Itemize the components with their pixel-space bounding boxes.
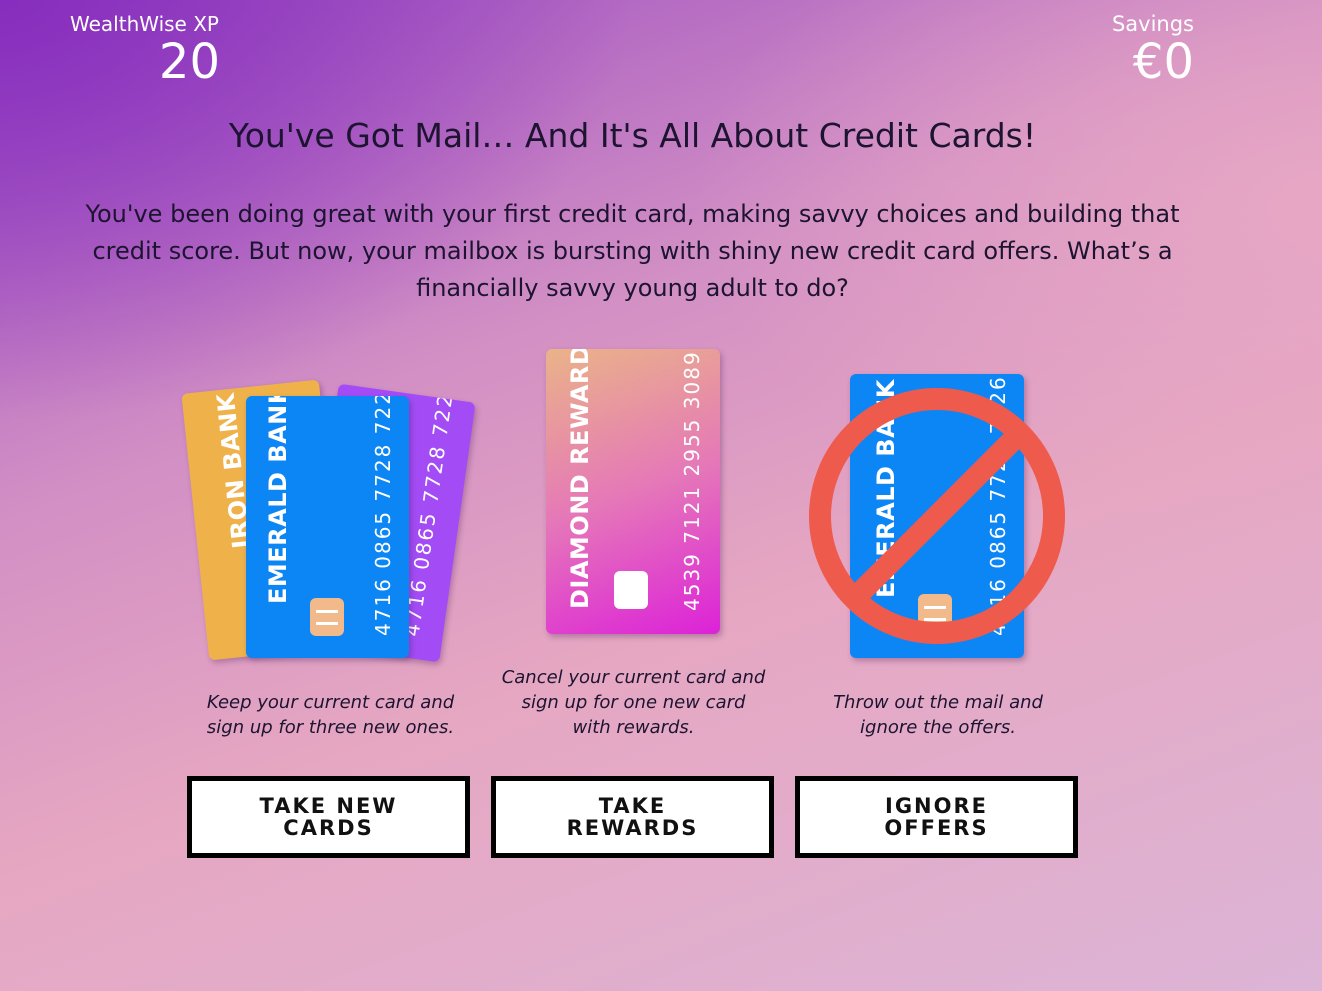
- option-1-caption: Keep your current card and sign up for t…: [206, 692, 455, 738]
- diamond-rewards-card: DIAMOND REWARDS 4539 7121 2955 3089: [546, 349, 720, 634]
- prohibited-icon: [809, 388, 1065, 644]
- xp-display: WealthWise XP 20: [70, 12, 220, 88]
- take-rewards-label: TAKE REWARDS: [566, 794, 699, 840]
- take-new-cards-button[interactable]: TAKE NEW CARDS: [187, 776, 470, 858]
- card-number: 4539 7121 2955 3089: [680, 350, 704, 611]
- option-3-caption: Throw out the mail and ignore the offers…: [833, 692, 1043, 738]
- take-rewards-button[interactable]: TAKE REWARDS: [491, 776, 774, 858]
- card-bank-name: EMERALD BANK: [264, 396, 292, 604]
- chip-icon: [310, 598, 344, 636]
- savings-label: Savings: [1111, 12, 1194, 36]
- savings-value: €0: [1132, 34, 1194, 90]
- page-title: You've Got Mail… And It's All About Cred…: [228, 116, 1037, 155]
- savings-display: Savings €0: [1112, 12, 1194, 88]
- chip-icon: [614, 571, 648, 609]
- card-number: 4716 0865 7728 7226: [371, 396, 395, 636]
- option-2-caption: Cancel your current card and sign up for…: [501, 667, 766, 738]
- ignore-offers-button[interactable]: IGNORE OFFERS: [795, 776, 1078, 858]
- card-bank-name: DIAMOND REWARDS: [566, 349, 594, 609]
- emerald-bank-card: EMERALD BANK 4716 0865 7728 7226: [246, 396, 409, 658]
- intro-text: You've been doing great with your first …: [85, 200, 1180, 302]
- ignore-offers-label: IGNORE OFFERS: [884, 794, 989, 840]
- xp-value: 20: [158, 34, 220, 90]
- take-new-cards-label: TAKE NEW CARDS: [259, 794, 398, 840]
- xp-label: WealthWise XP: [70, 12, 219, 36]
